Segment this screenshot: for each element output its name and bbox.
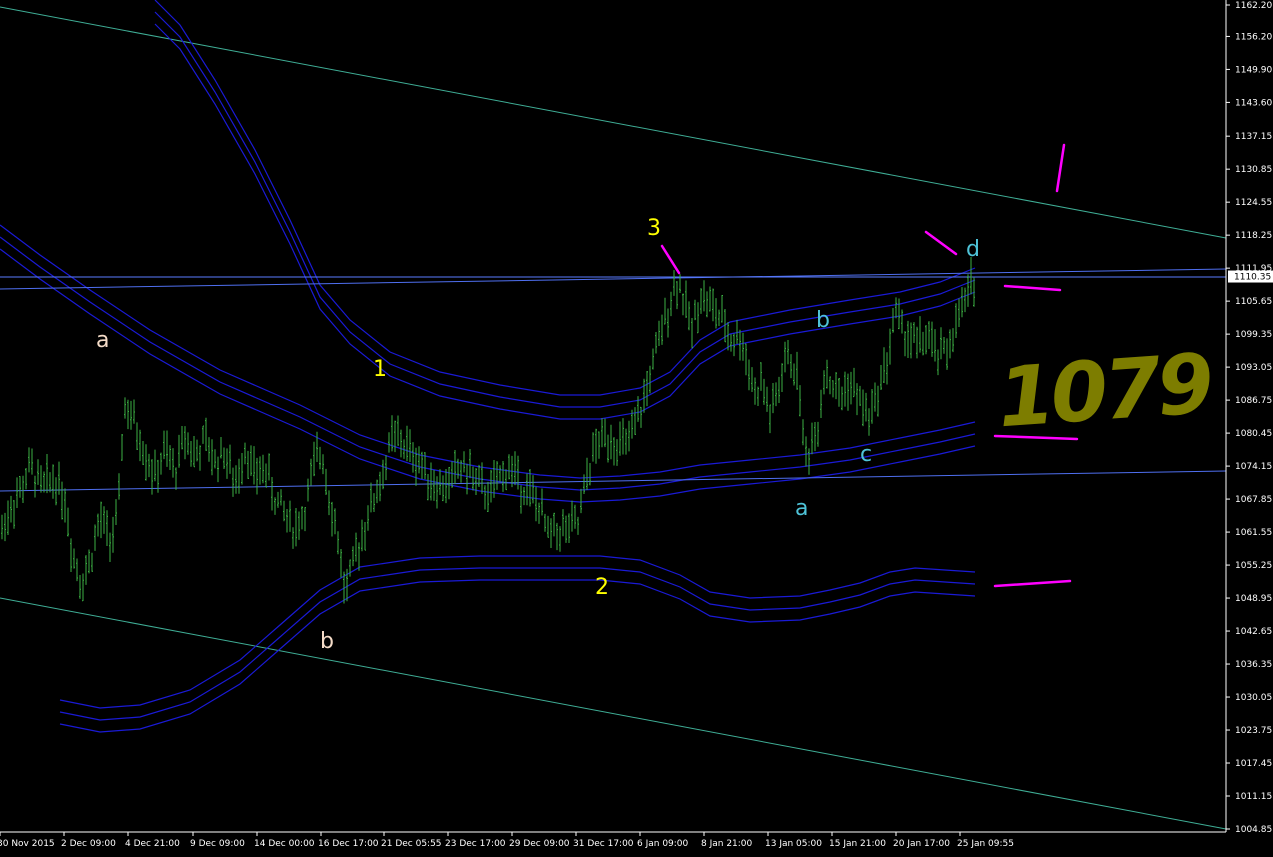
time-tick-label: 30 Nov 2015 [0,839,55,849]
time-tick-label: 13 Jan 05:00 [765,839,822,849]
price-tick-label: 1080.45 [1235,429,1272,439]
time-tick-label: 15 Jan 21:00 [829,839,886,849]
time-tick-label: 6 Jan 09:00 [637,839,689,849]
time-tick-label: 21 Dec 05:55 [381,839,442,849]
time-tick-label: 2 Dec 09:00 [61,839,116,849]
price-tick-label: 1149.90 [1235,65,1272,75]
current-price-label: 1110.35 [1234,273,1271,283]
price-tick-label: 1118.25 [1235,231,1272,241]
time-tick-label: 20 Jan 17:00 [893,839,950,849]
chart: a 1 b 2 3 a b c d 1162.20 1156.20 1149.90 1143.60 11… [0,0,1273,853]
price-tick-label: 1036.35 [1235,660,1272,670]
price-tick-label: 1023.75 [1235,726,1272,736]
handwritten-1079-mark: 1079 [995,337,1214,447]
price-tick-label: 1105.65 [1235,297,1272,307]
price-tick-label: 1093.05 [1235,363,1272,373]
wave-label-d: d [966,237,980,262]
price-tick-label: 1017.45 [1235,759,1272,769]
price-tick-label: 1130.85 [1235,165,1272,175]
wave-label-a: a [795,496,808,521]
price-tick-label: 1137.15 [1235,132,1272,142]
time-tick-label: 29 Dec 09:00 [509,839,570,849]
time-tick-label: 16 Dec 17:00 [318,839,379,849]
price-tick-label: 1143.60 [1235,98,1272,108]
price-tick-label: 1011.15 [1235,792,1272,802]
price-tick-label: 1055.25 [1235,561,1272,571]
price-tick-label: 1042.65 [1235,627,1272,637]
wave-label-a: a [96,328,109,353]
wave-label-2: 2 [595,575,609,600]
time-tick-label: 4 Dec 21:00 [125,839,180,849]
price-tick-label: 1030.05 [1235,693,1272,703]
price-chart-canvas: a 1 b 2 3 a b c d 1162.20 1156.20 1149.90 1143.60 11… [0,0,1273,853]
wave-label-3: 3 [647,216,661,241]
time-tick-label: 9 Dec 09:00 [190,839,245,849]
price-tick-label: 1004.85 [1235,825,1272,835]
wave-label-1: 1 [373,357,387,382]
price-tick-label: 1156.20 [1235,32,1272,42]
wave-label-c: c [860,442,872,467]
time-tick-label: 14 Dec 00:00 [254,839,315,849]
time-tick-label: 31 Dec 17:00 [573,839,634,849]
price-tick-label: 1074.15 [1235,462,1272,472]
price-tick-label: 1162.20 [1235,1,1272,11]
price-tick-label: 1048.95 [1235,594,1272,604]
time-tick-label: 8 Jan 21:00 [701,839,753,849]
time-tick-label: 23 Dec 17:00 [445,839,506,849]
price-tick-label: 1099.35 [1235,330,1272,340]
wave-label-b: b [816,308,830,333]
price-tick-label: 1124.55 [1235,198,1272,208]
price-tick-label: 1067.85 [1235,495,1272,505]
wave-label-b: b [320,629,334,654]
price-tick-label: 1061.55 [1235,528,1272,538]
price-tick-label: 1086.75 [1235,396,1272,406]
time-tick-label: 25 Jan 09:55 [957,839,1014,849]
